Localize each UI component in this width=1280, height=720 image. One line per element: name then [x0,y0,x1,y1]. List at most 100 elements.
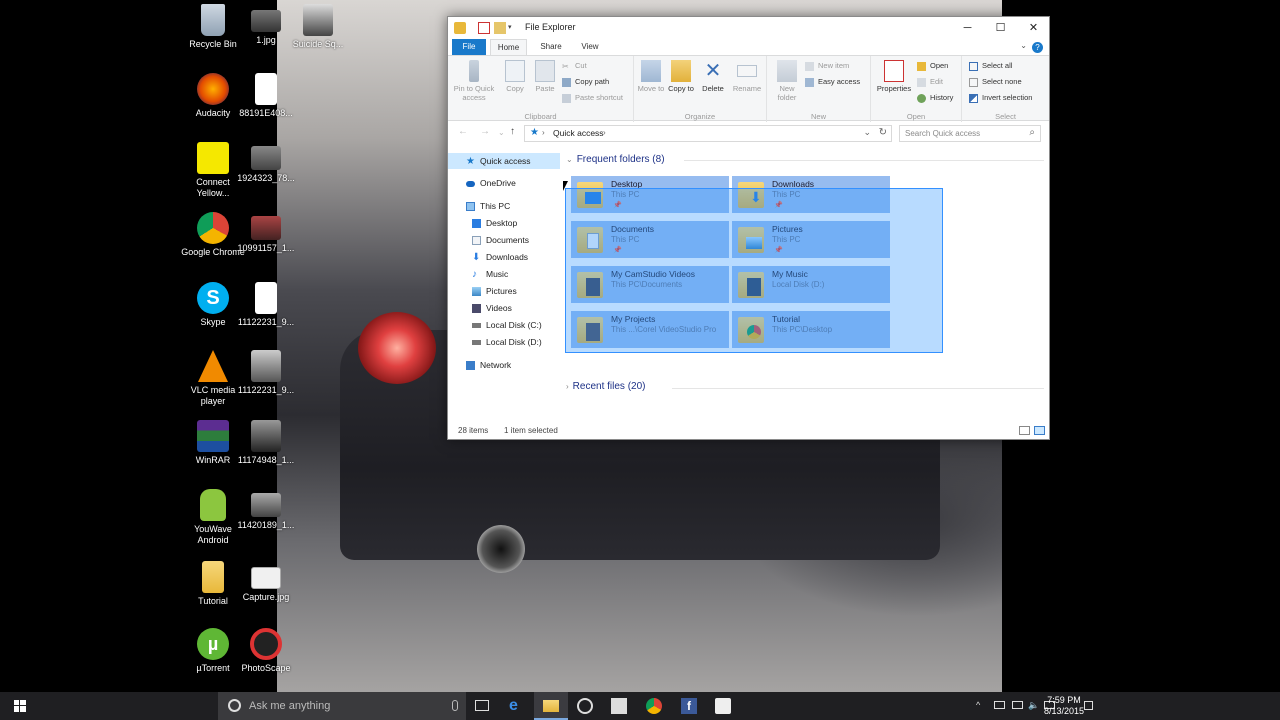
properties-qa-icon[interactable] [478,22,490,34]
microphone-icon[interactable] [452,700,458,711]
nav-pictures[interactable]: Pictures [448,283,560,299]
cortana-search-input[interactable]: Ask me anything [249,700,330,712]
battery-icon[interactable] [994,701,1005,709]
copy-path-button[interactable]: Copy path [562,75,609,89]
tab-view[interactable]: View [575,39,605,55]
search-icon[interactable]: ⌕ [1029,127,1035,138]
taskbar-edge[interactable]: e [500,692,534,720]
new-item-button[interactable]: New item [805,59,849,73]
tab-file[interactable]: File [452,39,486,55]
cortana-search-box[interactable]: Ask me anything [218,692,466,720]
taskbar-file-explorer[interactable] [534,692,568,720]
properties-button[interactable]: Properties [874,60,914,93]
nav-label: Downloads [486,252,529,262]
paste-button[interactable]: Paste [528,60,562,93]
desktop-icon-suicide-squad[interactable]: Suicide Sq... [286,4,350,50]
nav-documents[interactable]: Documents [448,232,560,248]
copy-to-button[interactable]: Copy to [666,60,696,93]
rename-icon [737,65,757,77]
tab-home[interactable]: Home [490,39,527,55]
new-folder-button[interactable]: New folder [771,60,803,102]
network-tray-icon[interactable] [1012,701,1023,709]
new-folder-qa-icon[interactable] [494,22,506,34]
address-dropdown-chevron-icon[interactable]: ⌄ [863,127,871,138]
new-item-label: New item [818,61,850,70]
pictures-icon [472,287,481,296]
desktop-icon-file[interactable]: 88191E408... [234,73,298,119]
nav-downloads[interactable]: ⬇ Downloads [448,249,560,265]
nav-desktop[interactable]: Desktop [448,215,560,231]
desktop-icon-file[interactable]: 11122231_9... [234,350,298,396]
move-to-button[interactable]: Move to [636,60,666,93]
back-arrow-icon[interactable]: ← [458,126,468,137]
desktop-icon-file[interactable]: 10991157_1... [234,212,298,254]
recycle-bin-icon [201,4,225,36]
start-button[interactable] [0,692,40,720]
search-input[interactable]: Search Quick access [905,129,980,138]
select-none-button[interactable]: Select none [969,75,1022,89]
minimize-button[interactable]: ─ [951,17,984,39]
notifications-icon[interactable] [1084,701,1093,710]
desktop-icon-file[interactable]: 11174948_1... [234,420,298,466]
maximize-button[interactable]: ☐ [984,17,1017,39]
address-bar[interactable]: ★ › Quick access › ⌄ ↻ [524,125,892,142]
refresh-icon[interactable]: ↻ [879,127,887,138]
customize-qa-chevron-icon[interactable]: ▾ [508,22,520,34]
desktop-icon-file[interactable]: 1924323_78... [234,142,298,184]
copy-button[interactable]: Copy [498,60,532,93]
skype-icon: S [197,282,229,314]
breadcrumb[interactable]: Quick access [553,128,604,138]
nav-this-pc[interactable]: This PC [448,198,560,214]
frequent-folders-header[interactable]: ⌄ Frequent folders (8) [566,154,665,165]
desktop-icon-file[interactable]: 11122231_9... [234,282,298,328]
taskbar-facebook[interactable]: f [672,692,706,720]
chevron-up-icon[interactable]: ^ [976,700,987,711]
chevron-down-icon[interactable]: ⌄ [1020,41,1027,50]
help-icon[interactable]: ? [1032,42,1043,53]
desktop-icon-file[interactable]: 11420189_1... [234,489,298,531]
nav-quick-access[interactable]: ★ Quick access [448,153,560,169]
title-bar[interactable]: ▾ File Explorer ─ ☐ ✕ [448,17,1049,39]
volume-icon[interactable]: 🔈 [1028,700,1039,711]
desktop-icon-photoscape[interactable]: PhotoScape [234,628,298,674]
desktop-icon-file[interactable]: Capture.jpg [234,561,298,603]
nav-music[interactable]: ♪ Music [448,266,560,282]
task-view-button[interactable] [466,692,500,720]
rename-button[interactable]: Rename [730,60,764,93]
paste-shortcut-button[interactable]: Paste shortcut [562,91,623,105]
edit-button[interactable]: Edit [917,75,943,89]
close-button[interactable]: ✕ [1017,17,1050,39]
forward-arrow-icon[interactable]: → [480,126,490,137]
nav-local-disk-c[interactable]: Local Disk (C:) [448,317,560,333]
clock[interactable]: 7:59 PM 8/13/2015 [1044,695,1084,717]
computer-icon [466,202,475,211]
nav-network[interactable]: Network [448,357,560,373]
details-view-icon[interactable] [1019,426,1030,435]
tab-share[interactable]: Share [536,39,566,55]
image-file-icon [251,350,281,382]
easy-access-button[interactable]: Easy access [805,75,860,89]
nav-videos[interactable]: Videos [448,300,560,316]
invert-selection-button[interactable]: Invert selection [969,91,1032,105]
taskbar-app[interactable] [568,692,602,720]
vlc-icon [198,350,228,382]
pin-to-quick-access-button[interactable]: Pin to Quick access [453,60,495,102]
up-arrow-icon[interactable]: ↑ [510,126,515,137]
recent-chevron-icon[interactable]: ⌄ [498,128,505,137]
desktop-icon-label: 11122231_9... [237,317,295,327]
new-folder-label: New folder [777,84,797,102]
recent-files-header[interactable]: › Recent files (20) [566,381,645,392]
search-box[interactable]: Search Quick access ⌕ [899,125,1041,142]
large-icons-view-icon[interactable] [1034,426,1045,435]
nav-local-disk-d[interactable]: Local Disk (D:) [448,334,560,350]
taskbar-store[interactable] [602,692,636,720]
open-button[interactable]: Open [917,59,948,73]
taskbar-app[interactable] [706,692,740,720]
history-button[interactable]: History [917,91,953,105]
select-all-button[interactable]: Select all [969,59,1012,73]
taskbar-chrome[interactable] [637,692,671,720]
nav-onedrive[interactable]: OneDrive [448,175,560,191]
breadcrumb-separator-icon[interactable]: › [603,128,606,137]
cut-button[interactable]: ✂ Cut [562,59,587,73]
delete-button[interactable]: ✕ Delete [698,60,728,93]
